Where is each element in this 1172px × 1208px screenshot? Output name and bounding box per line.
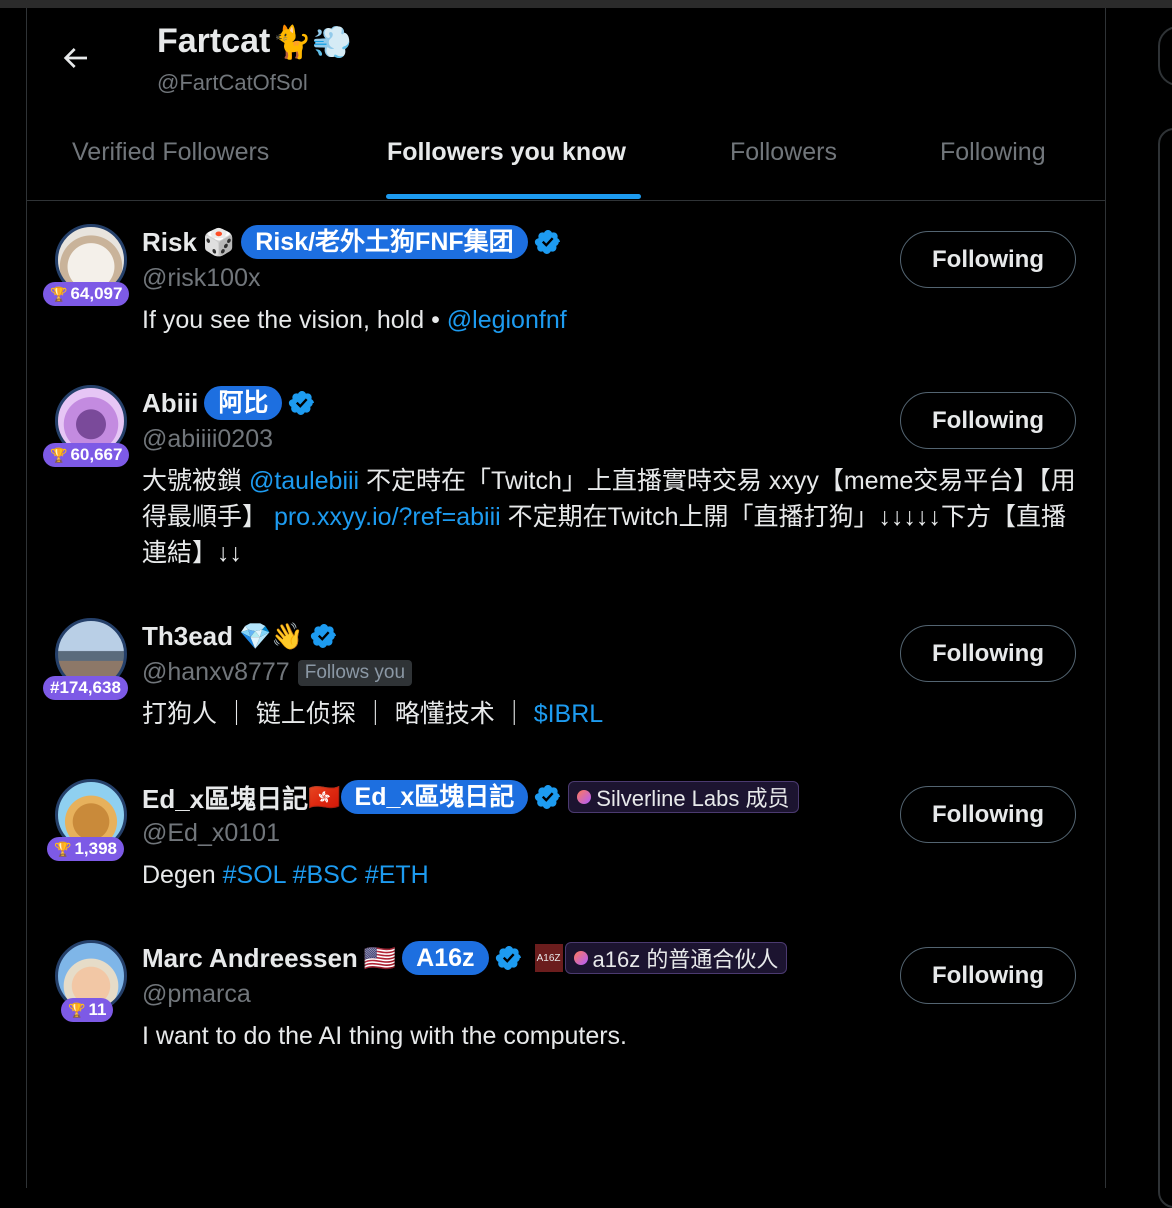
user-name[interactable]: Marc Andreessen <box>142 943 358 974</box>
rank-badge: 🏆 11 <box>61 998 114 1022</box>
user-name-line: Th3ead 💎👋 <box>142 618 338 654</box>
user-handle-text: @pmarca <box>142 980 251 1008</box>
verified-badge-icon[interactable] <box>534 228 562 256</box>
user-name-line: Ed_x區塊日記 🇭🇰 Ed_x區塊日記 Silverline Labs 成员 <box>142 779 799 815</box>
column-divider-right <box>1105 8 1106 1188</box>
user-name-line: Risk 🎲 Risk/老外土狗FNF集团 <box>142 224 562 260</box>
affiliation-badge[interactable]: Silverline Labs 成员 <box>568 781 799 813</box>
verified-badge-icon[interactable] <box>310 622 338 650</box>
affiliation-badge[interactable]: a16z 的普通合伙人 <box>564 942 788 974</box>
tab-followers[interactable]: Followers <box>730 138 837 167</box>
tab-followers-you-know[interactable]: Followers you know <box>387 138 626 167</box>
user-handle-text: @abiiii0203 <box>142 425 274 453</box>
bio-mention-link[interactable]: @taulebiii <box>249 467 359 495</box>
following-button[interactable]: Following <box>900 625 1076 682</box>
active-tab-indicator <box>386 194 641 199</box>
bio-text: If you see the vision, hold • <box>142 306 447 334</box>
user-handle-text: @Ed_x0101 <box>142 819 280 847</box>
user-handle: @hanxv8777 Follows you <box>142 658 413 687</box>
rank-value: 11 <box>88 1000 107 1019</box>
rank-badge: #174,638 <box>43 676 128 700</box>
dice-emoji-icon: 🎲 <box>202 227 236 257</box>
verified-badge-icon[interactable] <box>288 389 316 417</box>
profile-header: Fartcat 🐈💨 @FartCatOfSol <box>27 8 1105 118</box>
bio-text: 大號被鎖 <box>142 467 249 495</box>
user-bio: Degen #SOL #BSC #ETH <box>142 857 1077 893</box>
a16z-logo-icon[interactable]: A16Z <box>534 944 563 972</box>
user-name-line: Abiii 阿比 <box>142 385 316 421</box>
bio-mention-link[interactable]: @legionfnf <box>447 306 567 334</box>
bio-text: Degen <box>142 861 223 889</box>
tab-following[interactable]: Following <box>940 138 1046 167</box>
bio-url-link[interactable]: pro.xxyy.io/?ref=abiii <box>274 503 501 531</box>
trophy-icon: 🏆 <box>68 1001 86 1018</box>
rank-value: 60,667 <box>70 445 123 464</box>
hong-kong-flag-icon: 🇭🇰 <box>308 782 341 812</box>
cat-wind-emoji-icon: 🐈💨 <box>272 23 353 60</box>
right-sidebar-search-edge[interactable] <box>1158 26 1172 86</box>
trophy-icon: 🏆 <box>50 285 68 302</box>
user-handle-text: @risk100x <box>142 264 261 292</box>
profile-name: Fartcat 🐈💨 <box>157 22 352 61</box>
profile-handle: @FartCatOfSol <box>157 70 308 95</box>
following-button[interactable]: Following <box>900 231 1076 288</box>
diamond-wave-emoji-icon: 💎👋 <box>239 621 304 651</box>
us-flag-icon: 🇺🇸 <box>363 943 397 973</box>
tab-verified-followers[interactable]: Verified Followers <box>72 138 269 167</box>
user-handle: @abiiii0203 <box>142 425 273 454</box>
name-tag-pill: A16z <box>402 941 489 975</box>
user-name[interactable]: Th3ead <box>142 621 233 652</box>
rank-value: #174,638 <box>50 678 121 697</box>
following-button[interactable]: Following <box>900 786 1076 843</box>
verified-badge-icon[interactable] <box>534 783 562 811</box>
name-tag-pill: 阿比 <box>204 386 283 420</box>
fire-icon <box>573 951 588 965</box>
name-tag-pill: Ed_x區塊日記 <box>340 780 529 814</box>
right-sidebar-panel-edge <box>1158 128 1172 1208</box>
bio-cashtag-link[interactable]: $IBRL <box>534 700 603 728</box>
follower-tabs: Verified Followers Followers you know Fo… <box>27 118 1105 201</box>
bio-hashtag-links[interactable]: #SOL #BSC #ETH <box>223 861 429 889</box>
window-top-bar <box>0 0 1172 8</box>
user-name[interactable]: Abiii <box>142 388 198 419</box>
user-bio: If you see the vision, hold • @legionfnf <box>142 302 1077 338</box>
affiliation-label: Silverline Labs 成员 <box>596 786 790 811</box>
user-bio: 大號被鎖 @taulebiii 不定時在「Twitch」上直播實時交易 xxyy… <box>142 463 1077 571</box>
bio-text: I want to do the AI thing with the compu… <box>142 1022 627 1050</box>
user-name-line: Marc Andreessen 🇺🇸 A16z A16Z a16z 的普通合伙人 <box>142 940 788 976</box>
back-arrow-icon[interactable] <box>59 42 91 74</box>
user-name[interactable]: Ed_x區塊日記 <box>142 779 308 816</box>
following-button[interactable]: Following <box>900 392 1076 449</box>
user-handle: @Ed_x0101 <box>142 819 280 848</box>
rank-badge: 🏆 60,667 <box>43 443 130 467</box>
fire-icon <box>577 790 592 804</box>
follows-you-badge: Follows you <box>297 659 413 686</box>
trophy-icon: 🏆 <box>50 446 68 463</box>
trophy-icon: 🏆 <box>54 840 72 857</box>
user-handle-text: @hanxv8777 <box>142 658 290 686</box>
verified-badge-icon[interactable] <box>495 944 523 972</box>
profile-name-text: Fartcat <box>157 22 271 60</box>
rank-value: 64,097 <box>70 284 123 303</box>
user-bio: I want to do the AI thing with the compu… <box>142 1018 1077 1054</box>
user-handle: @pmarca <box>142 980 251 1009</box>
affiliation-label: a16z 的普通合伙人 <box>592 947 779 972</box>
rank-badge: 🏆 64,097 <box>43 282 130 306</box>
user-bio: 打狗人 ｜ 链上侦探 ｜ 略懂技术 ｜ $IBRL <box>142 696 1077 732</box>
rank-badge: 🏆 1,398 <box>47 837 124 861</box>
user-name[interactable]: Risk <box>142 227 197 258</box>
following-button[interactable]: Following <box>900 947 1076 1004</box>
name-tag-pill: Risk/老外土狗FNF集团 <box>241 225 528 259</box>
user-handle: @risk100x <box>142 264 260 293</box>
rank-value: 1,398 <box>74 839 117 858</box>
bio-text: 打狗人 ｜ 链上侦探 ｜ 略懂技术 ｜ <box>142 700 534 728</box>
